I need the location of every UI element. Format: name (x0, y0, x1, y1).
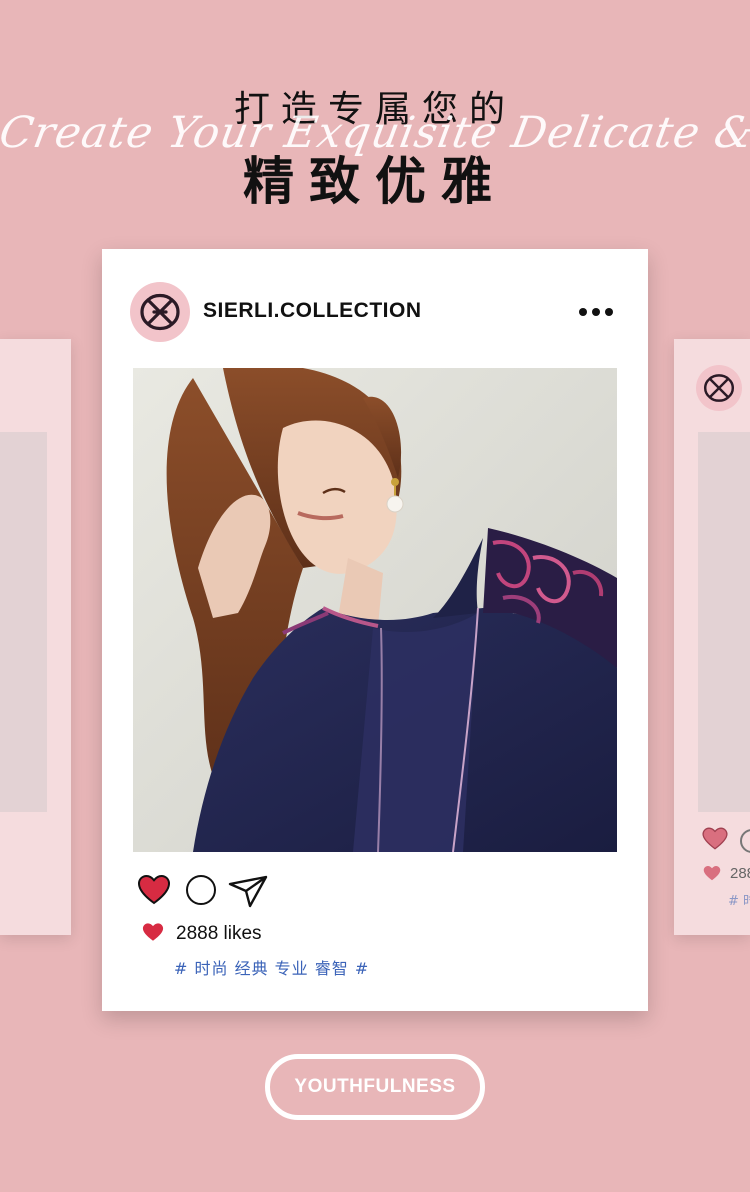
post-card: SIERLI.COLLECTION 2888 likes # 时尚 经典 专业 … (102, 249, 648, 1011)
side-card-left-image (0, 432, 47, 812)
likes-row: 2888 likes (142, 922, 342, 948)
youthfulness-button[interactable]: YOUTHFULNESS (265, 1054, 485, 1120)
share-icon[interactable] (228, 874, 268, 908)
post-photo (133, 368, 617, 852)
heart-icon (702, 827, 728, 850)
avatar[interactable] (130, 282, 190, 342)
side-card-avatar (696, 365, 742, 411)
page-header: 打造专属您的 Create Your Exquisite Delicate & … (0, 74, 750, 212)
side-tags-text: # 时 (728, 894, 750, 909)
side-card-right-image (698, 432, 750, 812)
model-photo-illustration (133, 368, 617, 852)
brand-logo-icon (703, 374, 735, 402)
more-dots-glyph (579, 308, 613, 316)
heart-icon (703, 866, 721, 881)
headline-main: 精致优雅 (242, 153, 507, 212)
likes-count: 2888 likes (176, 923, 262, 944)
post-actions (102, 873, 648, 909)
comment-icon (740, 829, 750, 853)
hashtags[interactable]: # 时尚 经典 专业 睿智 # (174, 955, 369, 979)
heart-icon (142, 923, 164, 941)
heart-icon[interactable] (137, 874, 171, 905)
side-card-right: 288 # 时 (674, 339, 750, 935)
brand-logo-icon (140, 293, 180, 331)
username[interactable]: SIERLI.COLLECTION (203, 299, 422, 323)
comment-icon[interactable] (186, 875, 216, 905)
side-card-left (0, 339, 71, 935)
more-dots-icon[interactable] (576, 300, 616, 324)
side-likes-text: 288 (730, 865, 750, 882)
